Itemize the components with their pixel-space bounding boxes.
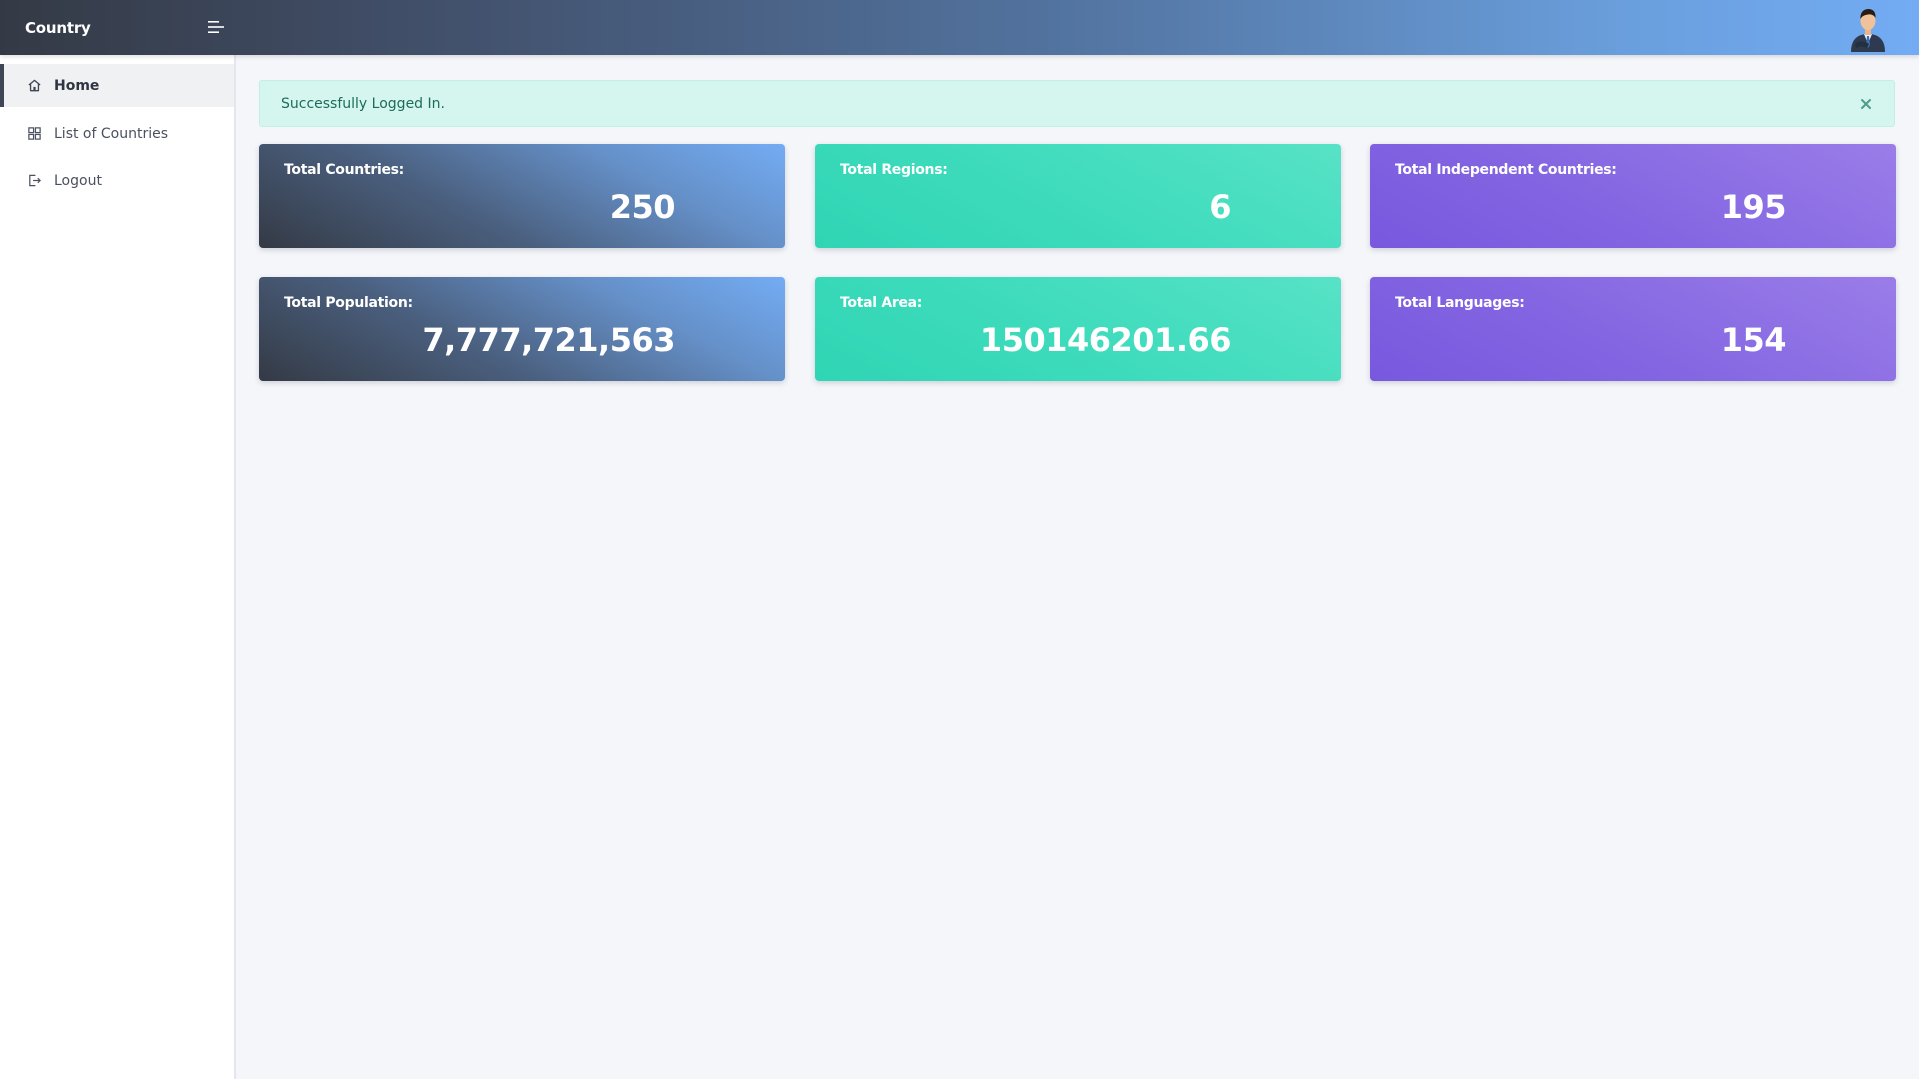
stat-value: 250 [609,188,676,226]
sidebar-item-label: Logout [54,172,102,189]
stat-card-total-languages: Total Languages: 154 [1370,277,1896,381]
sidebar-item-list-of-countries[interactable]: List of Countries [0,112,234,155]
stat-value: 6 [1209,188,1231,226]
success-alert: Successfully Logged In. [259,80,1895,127]
stat-label: Total Independent Countries: [1395,162,1617,178]
menu-toggle-icon[interactable] [207,18,225,36]
stat-card-total-countries: Total Countries: 250 [259,144,785,248]
stat-card-total-independent-countries: Total Independent Countries: 195 [1370,144,1896,248]
stat-card-total-area: Total Area: 150146201.66 [815,277,1341,381]
stat-value: 154 [1720,321,1787,359]
sidebar-item-label: List of Countries [54,125,168,142]
grid-icon [27,126,42,141]
sidebar-item-home[interactable]: Home [0,64,234,107]
stat-value: 195 [1720,188,1787,226]
stat-label: Total Population: [284,295,413,311]
stat-card-total-population: Total Population: 7,777,721,563 [259,277,785,381]
sidebar: Home List of Countries Logout [0,55,236,1079]
stat-value: 150146201.66 [979,321,1232,359]
alert-message: Successfully Logged In. [281,95,445,112]
user-avatar[interactable] [1845,4,1891,52]
stat-card-total-regions: Total Regions: 6 [815,144,1341,248]
logout-icon [27,173,42,188]
sidebar-item-logout[interactable]: Logout [0,159,234,202]
stat-label: Total Countries: [284,162,404,178]
brand-title[interactable]: Country [0,0,235,55]
home-icon [27,78,42,93]
stat-label: Total Regions: [840,162,948,178]
close-icon[interactable] [1856,94,1876,114]
top-navbar: Country [0,0,1919,55]
stat-value: 7,777,721,563 [422,321,675,359]
sidebar-item-label: Home [54,77,100,94]
stat-label: Total Languages: [1395,295,1525,311]
stat-label: Total Area: [840,295,923,311]
